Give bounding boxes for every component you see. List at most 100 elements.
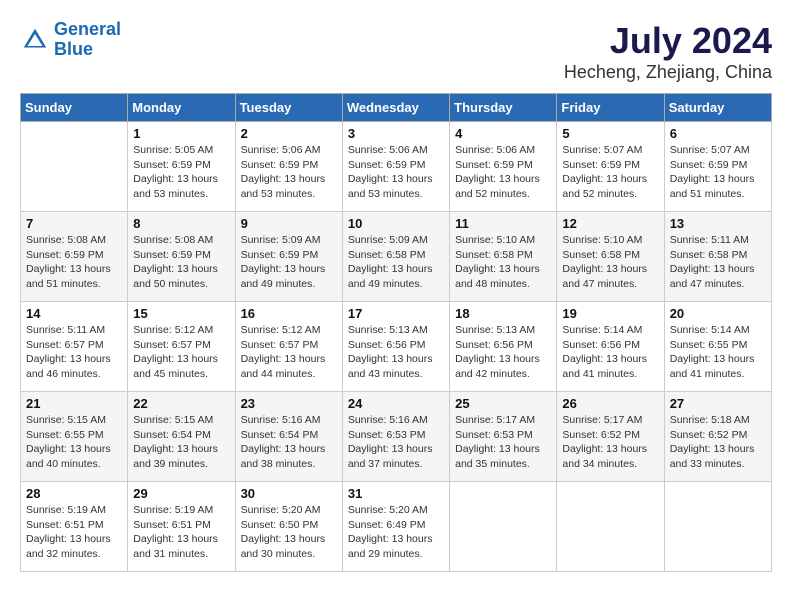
calendar-cell: 29Sunrise: 5:19 AM Sunset: 6:51 PM Dayli… — [128, 482, 235, 572]
calendar-cell: 21 Sunrise: 5:15 AM Sunset: 6:55 PM Dayli… — [21, 392, 128, 482]
day-number: 7 — [26, 216, 122, 231]
day-info: Sunrise: 5:14 AM Sunset: 6:55 PM Dayligh… — [670, 323, 766, 382]
calendar-week-row: 1 Sunrise: 5:05 AM Sunset: 6:59 PM Daylig… — [21, 122, 772, 212]
logo-blue: Blue — [54, 39, 93, 59]
day-number: 3 — [348, 126, 444, 141]
page-header: General Blue July 2024 Hecheng, Zhejiang… — [20, 20, 772, 83]
day-info: Sunrise: 5:19 AM Sunset: 6:51 PM Dayligh… — [26, 503, 122, 562]
weekday-header: Thursday — [450, 94, 557, 122]
day-number: 13 — [670, 216, 766, 231]
day-info: Sunrise: 5:17 AM Sunset: 6:53 PM Dayligh… — [455, 413, 551, 472]
day-info: Sunrise: 5:10 AM Sunset: 6:58 PM Dayligh… — [455, 233, 551, 292]
day-number: 6 — [670, 126, 766, 141]
day-info: Sunrise: 5:13 AM Sunset: 6:56 PM Dayligh… — [348, 323, 444, 382]
day-info: Sunrise: 5:06 AM Sunset: 6:59 PM Dayligh… — [348, 143, 444, 202]
location-title: Hecheng, Zhejiang, China — [564, 62, 772, 83]
calendar-cell: 9 Sunrise: 5:09 AM Sunset: 6:59 PM Daylig… — [235, 212, 342, 302]
calendar-cell: 10 Sunrise: 5:09 AM Sunset: 6:58 PM Dayli… — [342, 212, 449, 302]
calendar-cell: 2Sunrise: 5:06 AM Sunset: 6:59 PM Daylig… — [235, 122, 342, 212]
day-number: 20 — [670, 306, 766, 321]
calendar-cell: 26 Sunrise: 5:17 AM Sunset: 6:52 PM Dayli… — [557, 392, 664, 482]
calendar-cell — [450, 482, 557, 572]
day-info: Sunrise: 5:19 AM Sunset: 6:51 PM Dayligh… — [133, 503, 229, 562]
day-number: 23 — [241, 396, 337, 411]
calendar-cell — [664, 482, 771, 572]
day-number: 14 — [26, 306, 122, 321]
calendar-cell: 12 Sunrise: 5:10 AM Sunset: 6:58 PM Dayli… — [557, 212, 664, 302]
day-number: 22 — [133, 396, 229, 411]
calendar-cell: 23 Sunrise: 5:16 AM Sunset: 6:54 PM Dayli… — [235, 392, 342, 482]
day-number: 12 — [562, 216, 658, 231]
calendar-cell: 17 Sunrise: 5:13 AM Sunset: 6:56 PM Dayli… — [342, 302, 449, 392]
day-info: Sunrise: 5:20 AM Sunset: 6:50 PM Dayligh… — [241, 503, 337, 562]
calendar-week-row: 28 Sunrise: 5:19 AM Sunset: 6:51 PM Dayli… — [21, 482, 772, 572]
day-number: 30 — [241, 486, 337, 501]
calendar-cell: 19 Sunrise: 5:14 AM Sunset: 6:56 PM Dayli… — [557, 302, 664, 392]
day-info: Sunrise: 5:12 AM Sunset: 6:57 PM Dayligh… — [133, 323, 229, 382]
day-info: Sunrise: 5:16 AM Sunset: 6:53 PM Dayligh… — [348, 413, 444, 472]
day-info: Sunrise: 5:20 AM Sunset: 6:49 PM Dayligh… — [348, 503, 444, 562]
day-number: 9 — [241, 216, 337, 231]
day-number: 2 — [241, 126, 337, 141]
logo: General Blue — [20, 20, 121, 60]
logo-text: General Blue — [54, 20, 121, 60]
calendar-cell: 18Sunrise: 5:13 AM Sunset: 6:56 PM Dayli… — [450, 302, 557, 392]
day-number: 17 — [348, 306, 444, 321]
day-number: 28 — [26, 486, 122, 501]
day-number: 21 — [26, 396, 122, 411]
day-info: Sunrise: 5:05 AM Sunset: 6:59 PM Dayligh… — [133, 143, 229, 202]
day-info: Sunrise: 5:10 AM Sunset: 6:58 PM Dayligh… — [562, 233, 658, 292]
day-info: Sunrise: 5:15 AM Sunset: 6:55 PM Dayligh… — [26, 413, 122, 472]
day-number: 11 — [455, 216, 551, 231]
calendar-cell: 11 Sunrise: 5:10 AM Sunset: 6:58 PM Dayli… — [450, 212, 557, 302]
calendar-cell — [21, 122, 128, 212]
day-info: Sunrise: 5:09 AM Sunset: 6:59 PM Dayligh… — [241, 233, 337, 292]
day-number: 10 — [348, 216, 444, 231]
calendar-cell: 4Sunrise: 5:06 AM Sunset: 6:59 PM Daylig… — [450, 122, 557, 212]
weekday-header: Sunday — [21, 94, 128, 122]
calendar-week-row: 21 Sunrise: 5:15 AM Sunset: 6:55 PM Dayli… — [21, 392, 772, 482]
month-title: July 2024 — [564, 20, 772, 62]
day-info: Sunrise: 5:08 AM Sunset: 6:59 PM Dayligh… — [26, 233, 122, 292]
title-area: July 2024 Hecheng, Zhejiang, China — [564, 20, 772, 83]
day-number: 4 — [455, 126, 551, 141]
day-number: 31 — [348, 486, 444, 501]
day-info: Sunrise: 5:14 AM Sunset: 6:56 PM Dayligh… — [562, 323, 658, 382]
day-number: 1 — [133, 126, 229, 141]
day-info: Sunrise: 5:16 AM Sunset: 6:54 PM Dayligh… — [241, 413, 337, 472]
calendar-table: SundayMondayTuesdayWednesdayThursdayFrid… — [20, 93, 772, 572]
day-number: 16 — [241, 306, 337, 321]
day-info: Sunrise: 5:17 AM Sunset: 6:52 PM Dayligh… — [562, 413, 658, 472]
day-info: Sunrise: 5:12 AM Sunset: 6:57 PM Dayligh… — [241, 323, 337, 382]
weekday-header: Wednesday — [342, 94, 449, 122]
day-number: 25 — [455, 396, 551, 411]
day-number: 27 — [670, 396, 766, 411]
calendar-cell: 24 Sunrise: 5:16 AM Sunset: 6:53 PM Dayli… — [342, 392, 449, 482]
calendar-cell: 7 Sunrise: 5:08 AM Sunset: 6:59 PM Daylig… — [21, 212, 128, 302]
day-number: 24 — [348, 396, 444, 411]
day-info: Sunrise: 5:07 AM Sunset: 6:59 PM Dayligh… — [562, 143, 658, 202]
calendar-cell: 6Sunrise: 5:07 AM Sunset: 6:59 PM Daylig… — [664, 122, 771, 212]
day-number: 26 — [562, 396, 658, 411]
calendar-cell: 22Sunrise: 5:15 AM Sunset: 6:54 PM Dayli… — [128, 392, 235, 482]
calendar-header-row: SundayMondayTuesdayWednesdayThursdayFrid… — [21, 94, 772, 122]
day-info: Sunrise: 5:18 AM Sunset: 6:52 PM Dayligh… — [670, 413, 766, 472]
day-number: 18 — [455, 306, 551, 321]
day-number: 19 — [562, 306, 658, 321]
calendar-cell: 30 Sunrise: 5:20 AM Sunset: 6:50 PM Dayli… — [235, 482, 342, 572]
day-number: 5 — [562, 126, 658, 141]
logo-icon — [20, 25, 50, 55]
logo-general: General — [54, 19, 121, 39]
calendar-cell: 16 Sunrise: 5:12 AM Sunset: 6:57 PM Dayli… — [235, 302, 342, 392]
calendar-cell: 3 Sunrise: 5:06 AM Sunset: 6:59 PM Daylig… — [342, 122, 449, 212]
calendar-cell: 20 Sunrise: 5:14 AM Sunset: 6:55 PM Dayli… — [664, 302, 771, 392]
calendar-cell: 5 Sunrise: 5:07 AM Sunset: 6:59 PM Daylig… — [557, 122, 664, 212]
day-number: 15 — [133, 306, 229, 321]
weekday-header: Saturday — [664, 94, 771, 122]
day-info: Sunrise: 5:09 AM Sunset: 6:58 PM Dayligh… — [348, 233, 444, 292]
calendar-cell: 14Sunrise: 5:11 AM Sunset: 6:57 PM Dayli… — [21, 302, 128, 392]
weekday-header: Tuesday — [235, 94, 342, 122]
calendar-cell: 15 Sunrise: 5:12 AM Sunset: 6:57 PM Dayli… — [128, 302, 235, 392]
calendar-cell: 25 Sunrise: 5:17 AM Sunset: 6:53 PM Dayli… — [450, 392, 557, 482]
calendar-cell: 1 Sunrise: 5:05 AM Sunset: 6:59 PM Daylig… — [128, 122, 235, 212]
